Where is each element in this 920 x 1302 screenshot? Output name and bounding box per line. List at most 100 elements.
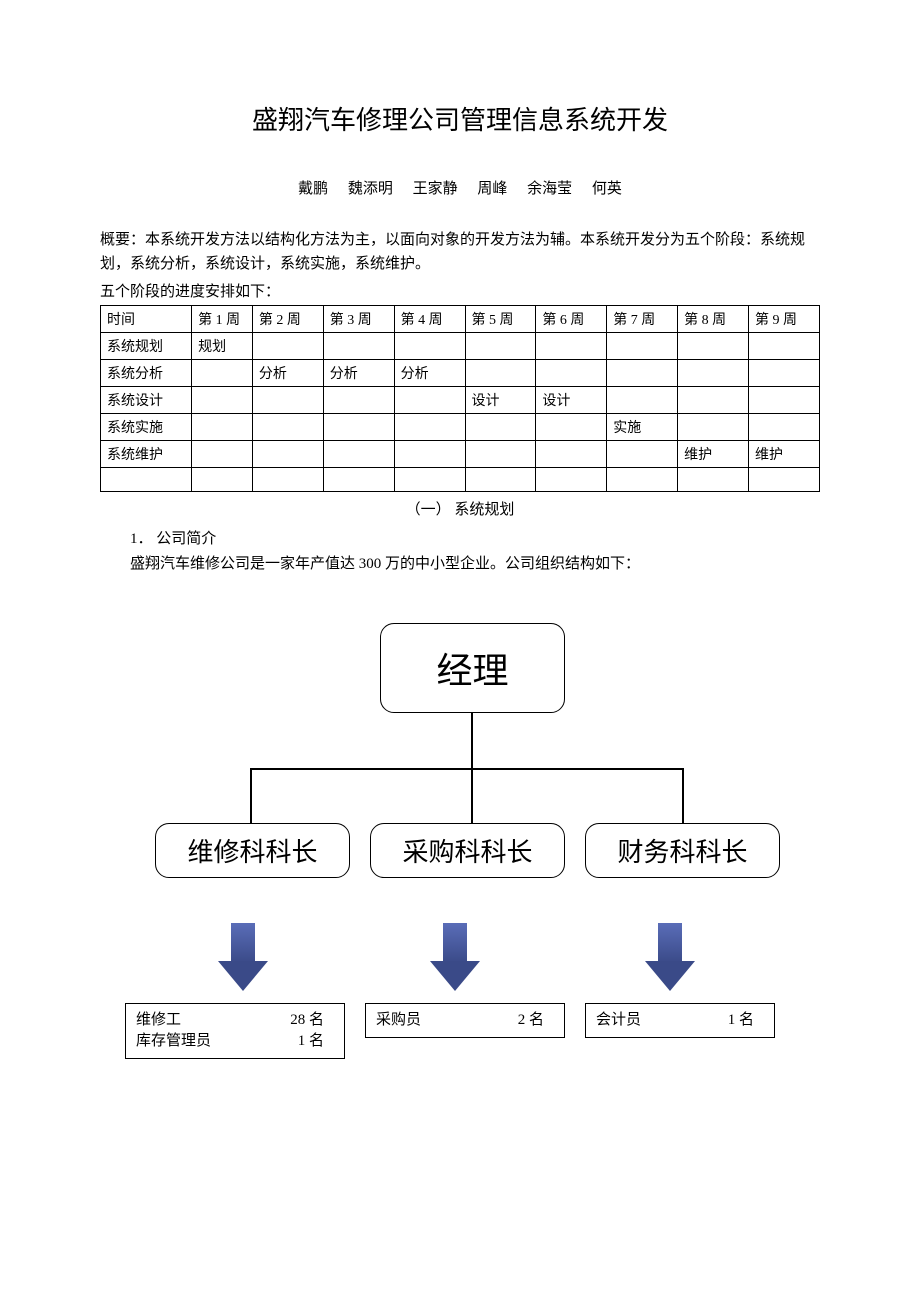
schedule-cell bbox=[465, 468, 536, 492]
connector-line bbox=[471, 768, 473, 823]
schedule-cell: 实施 bbox=[607, 414, 678, 441]
schedule-cell: 分析 bbox=[252, 360, 323, 387]
week-header: 第 6 周 bbox=[536, 306, 607, 333]
table-row: 系统分析分析分析分析 bbox=[101, 360, 820, 387]
connector-line bbox=[250, 768, 252, 823]
schedule-cell bbox=[394, 387, 465, 414]
staff-box-procurement: 采购员 2 名 bbox=[365, 1003, 565, 1038]
schedule-cell bbox=[323, 468, 394, 492]
schedule-cell bbox=[749, 468, 820, 492]
org-chart: 经理 维修科科长 采购科科长 财务科科长 维修工 28 名 库存管理员 1 名 … bbox=[100, 623, 820, 1123]
week-header: 第 3 周 bbox=[323, 306, 394, 333]
connector-line bbox=[250, 768, 684, 770]
schedule-cell bbox=[749, 414, 820, 441]
schedule-cell bbox=[607, 441, 678, 468]
schedule-cell bbox=[252, 441, 323, 468]
week-header: 第 4 周 bbox=[394, 306, 465, 333]
table-row: 系统设计 设计设计 bbox=[101, 387, 820, 414]
schedule-cell: 设计 bbox=[536, 387, 607, 414]
summary-paragraph: 概要：本系统开发方法以结构化方法为主，以面向对象的开发方法为辅。本系统开发分为五… bbox=[100, 228, 820, 276]
schedule-cell: 维护 bbox=[749, 441, 820, 468]
staff-count: 1 名 bbox=[728, 1010, 764, 1031]
schedule-cell bbox=[536, 333, 607, 360]
schedule-cell bbox=[323, 387, 394, 414]
schedule-cell bbox=[394, 441, 465, 468]
schedule-cell bbox=[192, 441, 253, 468]
subsection-header: 1． 公司简介 bbox=[100, 527, 820, 548]
connector-line bbox=[471, 713, 473, 768]
schedule-cell bbox=[536, 360, 607, 387]
schedule-cell bbox=[252, 387, 323, 414]
schedule-intro: 五个阶段的进度安排如下： bbox=[100, 280, 820, 301]
schedule-cell bbox=[465, 414, 536, 441]
schedule-cell bbox=[749, 360, 820, 387]
schedule-cell bbox=[678, 414, 749, 441]
week-header: 第 9 周 bbox=[749, 306, 820, 333]
schedule-cell bbox=[678, 468, 749, 492]
schedule-cell: 设计 bbox=[465, 387, 536, 414]
schedule-cell: 规划 bbox=[192, 333, 253, 360]
schedule-cell bbox=[465, 333, 536, 360]
document-title: 盛翔汽车修理公司管理信息系统开发 bbox=[100, 100, 820, 137]
connector-line bbox=[682, 768, 684, 823]
author: 周峰 bbox=[477, 181, 507, 197]
time-header: 时间 bbox=[101, 306, 192, 333]
org-node-finance: 财务科科长 bbox=[585, 823, 780, 878]
schedule-cell bbox=[323, 441, 394, 468]
schedule-cell: 分析 bbox=[323, 360, 394, 387]
staff-row: 采购员 2 名 bbox=[376, 1010, 554, 1031]
schedule-cell bbox=[192, 360, 253, 387]
staff-row: 库存管理员 1 名 bbox=[136, 1031, 334, 1052]
schedule-cell bbox=[536, 468, 607, 492]
author: 何英 bbox=[592, 181, 622, 197]
staff-role: 库存管理员 bbox=[136, 1031, 216, 1052]
schedule-cell bbox=[678, 333, 749, 360]
staff-row: 维修工 28 名 bbox=[136, 1010, 334, 1031]
table-header-row: 时间 第 1 周 第 2 周 第 3 周 第 4 周 第 5 周 第 6 周 第… bbox=[101, 306, 820, 333]
schedule-cell bbox=[749, 333, 820, 360]
section-header: （一） 系统规划 bbox=[100, 498, 820, 519]
schedule-cell bbox=[394, 414, 465, 441]
table-row: 系统维护维护维护 bbox=[101, 441, 820, 468]
schedule-table: 时间 第 1 周 第 2 周 第 3 周 第 4 周 第 5 周 第 6 周 第… bbox=[100, 305, 820, 492]
staff-count: 1 名 bbox=[298, 1031, 334, 1052]
staff-role: 会计员 bbox=[596, 1010, 676, 1031]
author: 余海莹 bbox=[527, 181, 572, 197]
phase-label: 系统规划 bbox=[101, 333, 192, 360]
schedule-cell bbox=[607, 468, 678, 492]
author: 魏添明 bbox=[348, 181, 393, 197]
arrow-down-icon bbox=[218, 923, 268, 993]
table-row bbox=[101, 468, 820, 492]
schedule-cell bbox=[394, 333, 465, 360]
schedule-cell bbox=[192, 387, 253, 414]
arrow-down-icon bbox=[645, 923, 695, 993]
week-header: 第 8 周 bbox=[678, 306, 749, 333]
table-row: 系统实施 实施 bbox=[101, 414, 820, 441]
week-header: 第 5 周 bbox=[465, 306, 536, 333]
week-header: 第 7 周 bbox=[607, 306, 678, 333]
staff-box-finance: 会计员 1 名 bbox=[585, 1003, 775, 1038]
phase-label: 系统设计 bbox=[101, 387, 192, 414]
org-node-manager: 经理 bbox=[380, 623, 565, 713]
staff-count: 28 名 bbox=[290, 1010, 334, 1031]
staff-role: 采购员 bbox=[376, 1010, 456, 1031]
company-intro: 盛翔汽车维修公司是一家年产值达 300 万的中小型企业。公司组织结构如下： bbox=[100, 552, 820, 573]
phase-label: 系统实施 bbox=[101, 414, 192, 441]
phase-label: 系统维护 bbox=[101, 441, 192, 468]
staff-count: 2 名 bbox=[518, 1010, 554, 1031]
schedule-cell bbox=[536, 441, 607, 468]
schedule-cell bbox=[749, 387, 820, 414]
schedule-cell bbox=[252, 468, 323, 492]
schedule-cell: 分析 bbox=[394, 360, 465, 387]
schedule-cell bbox=[394, 468, 465, 492]
schedule-cell bbox=[465, 360, 536, 387]
staff-box-maintenance: 维修工 28 名 库存管理员 1 名 bbox=[125, 1003, 345, 1059]
schedule-cell bbox=[678, 360, 749, 387]
week-header: 第 2 周 bbox=[252, 306, 323, 333]
schedule-cell bbox=[607, 387, 678, 414]
author: 戴鹏 bbox=[298, 181, 328, 197]
schedule-cell bbox=[323, 333, 394, 360]
schedule-cell bbox=[607, 333, 678, 360]
author: 王家静 bbox=[413, 181, 458, 197]
staff-row: 会计员 1 名 bbox=[596, 1010, 764, 1031]
